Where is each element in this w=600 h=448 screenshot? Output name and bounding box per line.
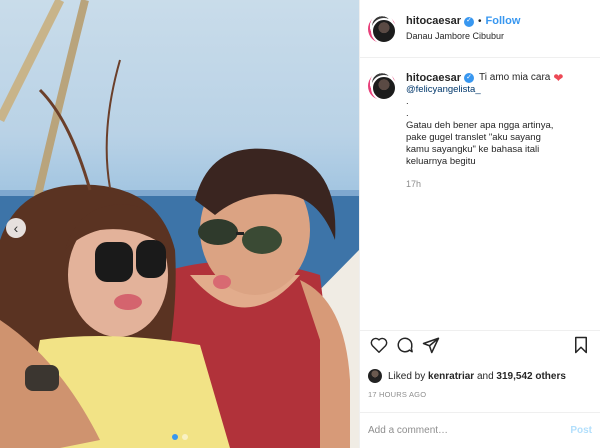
- caption-block: hitocaesar ✓ Ti amo mia cara ❤ @felicyan…: [360, 58, 600, 330]
- likes-others-link[interactable]: 319,542 others: [496, 371, 566, 382]
- likes-summary: Liked by kenratriar and 319,542 others: [388, 371, 566, 382]
- caption: hitocaesar ✓ Ti amo mia cara ❤ @felicyan…: [406, 72, 592, 330]
- caption-line: Gatau deh bener apa ngga artinya,: [406, 120, 554, 131]
- caption-line: pake gugel translet "aku sayang: [406, 132, 541, 143]
- caption-time: 17h: [406, 179, 422, 189]
- post-header: hitocaesar ✓ • Follow Danau Jambore Cibu…: [360, 0, 600, 58]
- comment-icon[interactable]: [394, 334, 416, 356]
- verified-badge-icon: ✓: [464, 73, 475, 83]
- caption-line: kamu sayangku" ke bahasa itali: [406, 144, 540, 155]
- likes-connector: and: [476, 370, 494, 382]
- caption-author-avatar[interactable]: [368, 72, 397, 101]
- caption-line: .: [406, 108, 409, 119]
- caption-line: keluarnya begitu: [406, 156, 476, 167]
- action-bar: [360, 330, 600, 358]
- comment-bar: Post: [360, 412, 600, 448]
- post-location[interactable]: Danau Jambore Cibubur: [406, 31, 520, 42]
- photo-illustration: [0, 0, 359, 448]
- post-comment-button[interactable]: Post: [570, 425, 592, 436]
- carousel-dot-active: [171, 434, 178, 440]
- caption-username[interactable]: hitocaesar: [406, 72, 461, 84]
- carousel-dot: [181, 434, 188, 440]
- author-avatar[interactable]: [368, 14, 397, 44]
- post-side-panel: hitocaesar ✓ • Follow Danau Jambore Cibu…: [359, 0, 600, 448]
- post-timestamp[interactable]: 17 HOURS AGO: [360, 386, 600, 406]
- paper-plane-icon[interactable]: [420, 334, 442, 356]
- likes-row: Liked by kenratriar and 319,542 others: [360, 358, 600, 386]
- carousel-prev-button[interactable]: ‹: [6, 218, 26, 238]
- bookmark-icon[interactable]: [570, 334, 592, 356]
- liker-avatar[interactable]: [368, 369, 382, 383]
- follow-button[interactable]: Follow: [486, 15, 521, 28]
- heart-icon[interactable]: [368, 334, 390, 356]
- likes-prefix: Liked by: [388, 370, 426, 382]
- post-photo[interactable]: ‹: [0, 0, 359, 448]
- comment-input[interactable]: [368, 425, 571, 436]
- author-username[interactable]: hitocaesar: [406, 15, 461, 28]
- verified-badge-icon: ✓: [464, 16, 475, 27]
- heart-emoji-icon: ❤: [553, 71, 564, 85]
- caption-mention[interactable]: @felicyangelista_: [406, 84, 592, 96]
- first-liker-link[interactable]: kenratriar: [428, 371, 474, 382]
- caption-line: .: [406, 96, 409, 107]
- carousel-dots: [0, 434, 359, 440]
- caption-text-first: Ti amo mia cara: [479, 72, 551, 83]
- header-separator: •: [478, 15, 482, 27]
